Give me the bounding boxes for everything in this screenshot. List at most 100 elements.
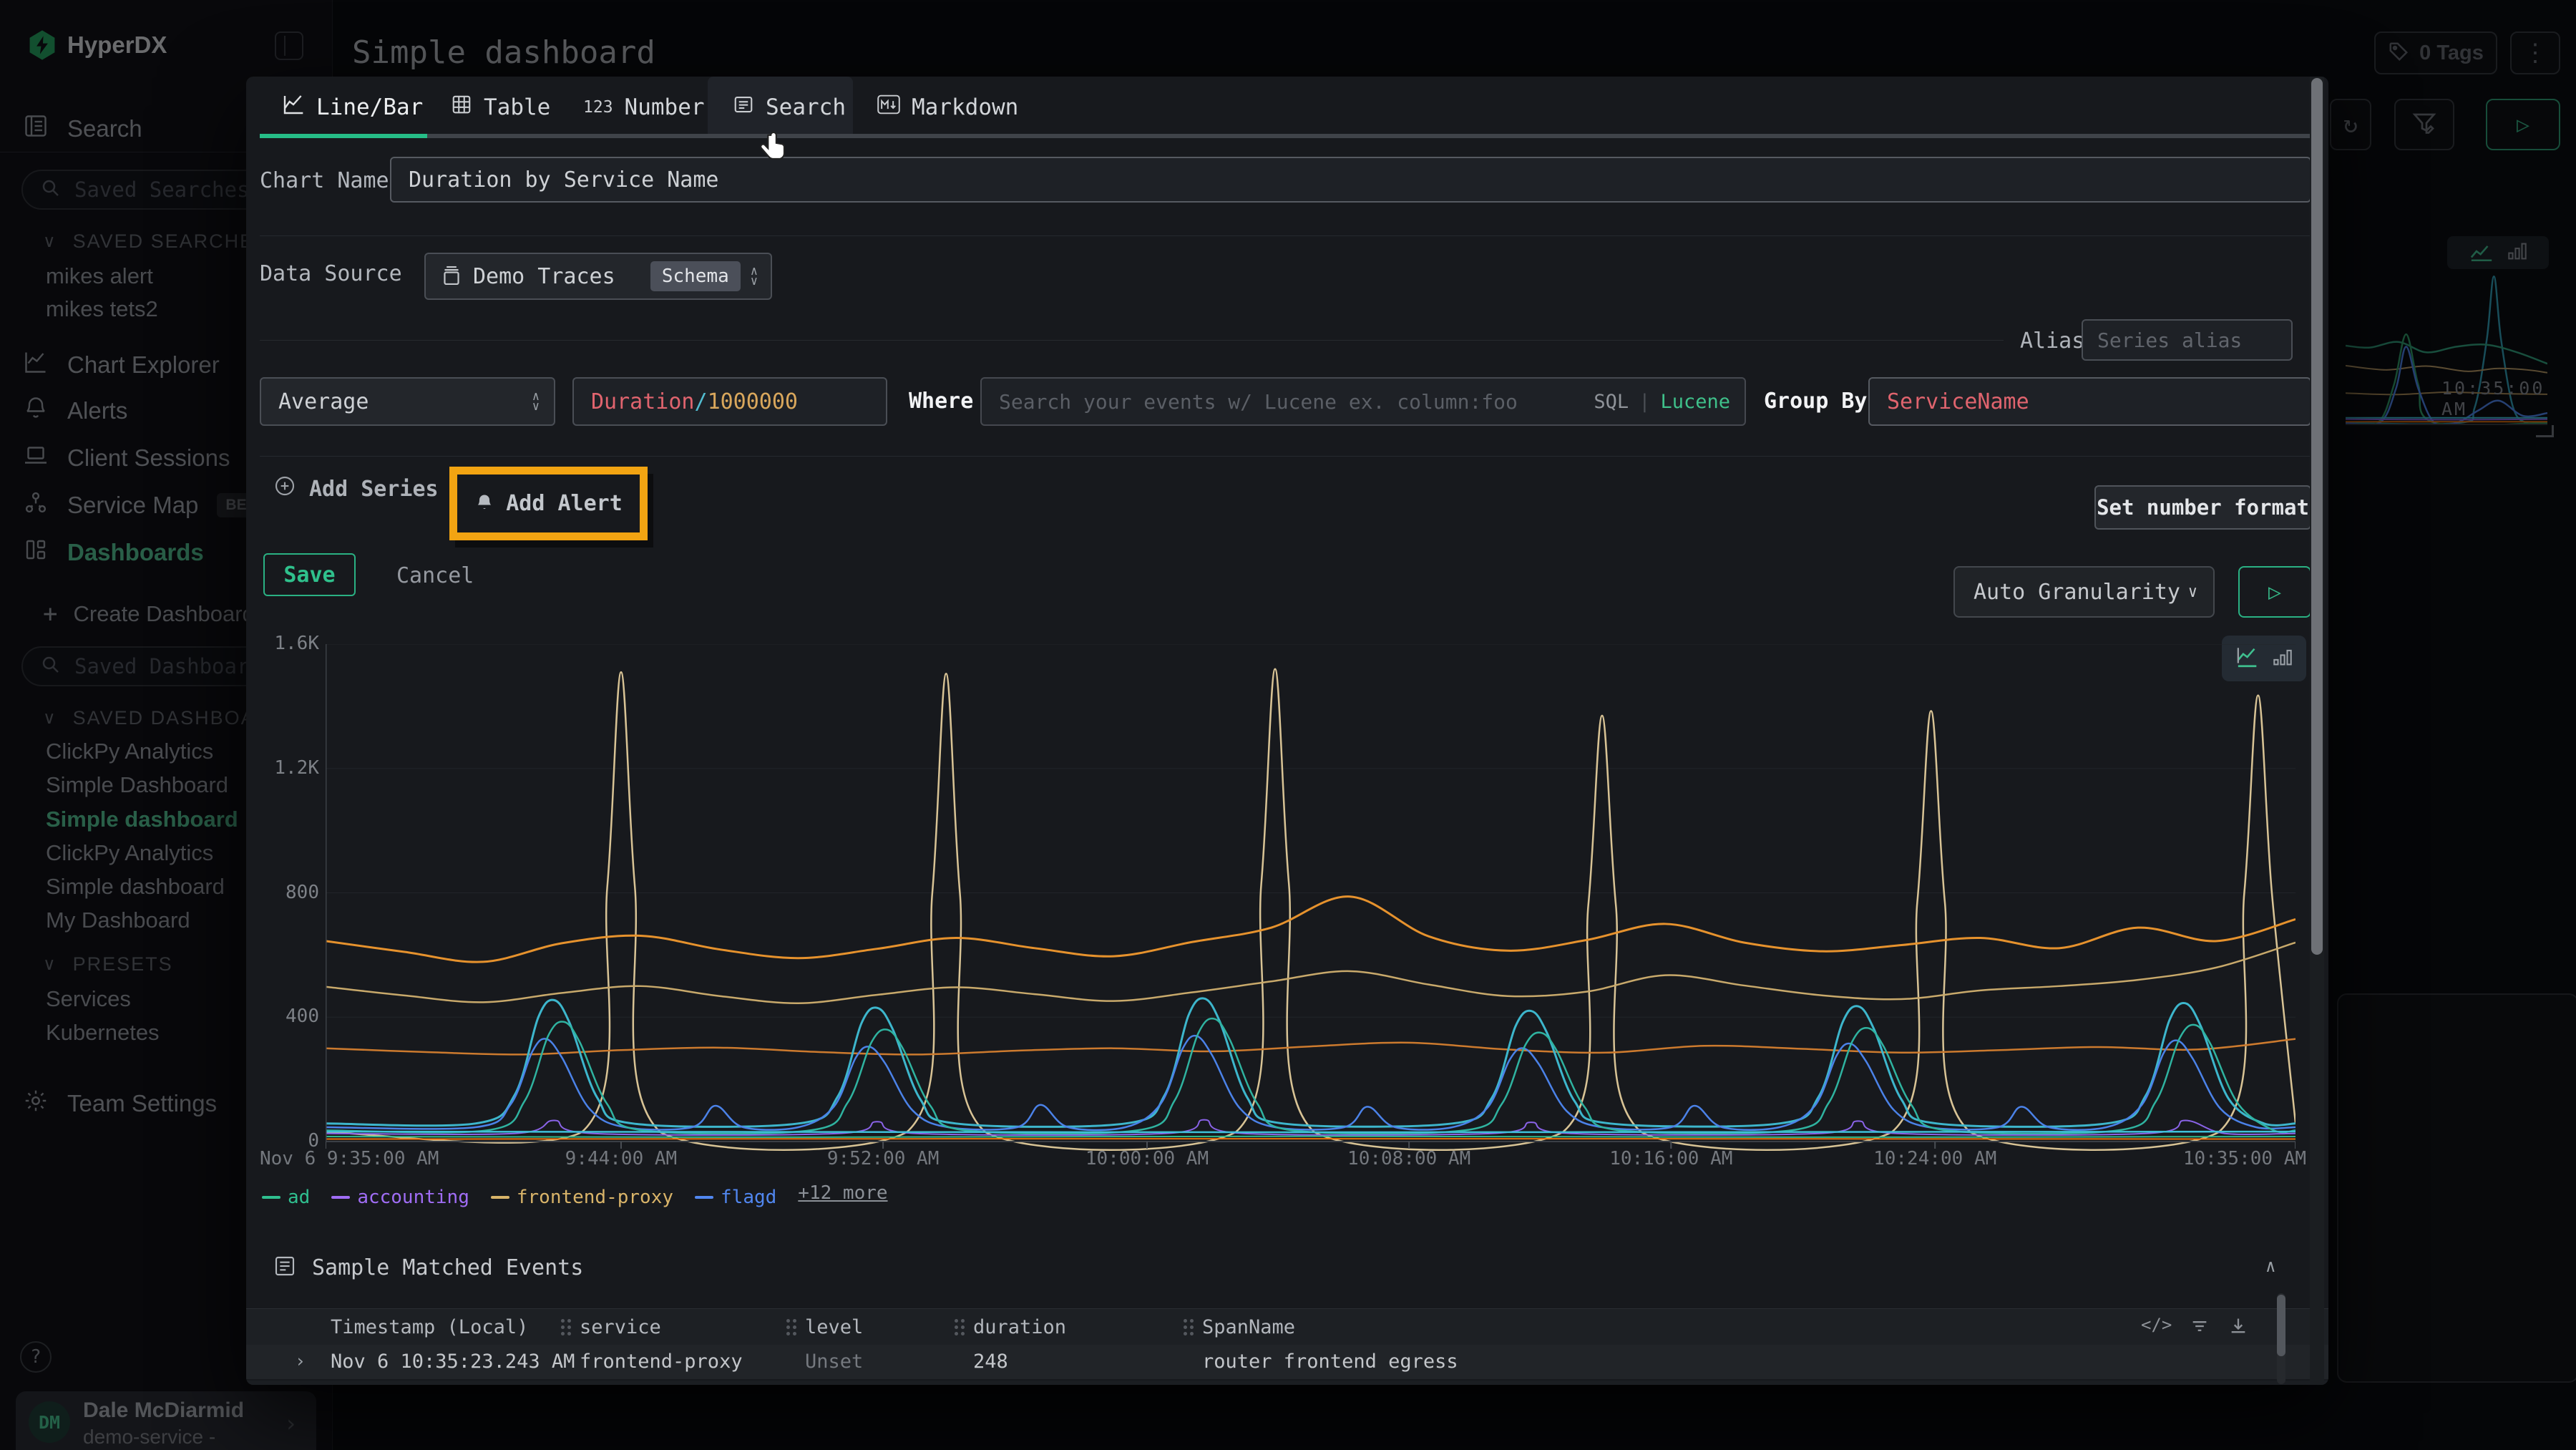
group-by-input[interactable]: ServiceName [1868, 377, 2311, 426]
tab-number[interactable]: 123 Number [583, 77, 705, 138]
event-duration: 248 [973, 1351, 1008, 1373]
add-alert-label: Add Alert [506, 491, 623, 516]
legend-label: accounting [357, 1187, 469, 1208]
divider [260, 340, 2004, 341]
where-input[interactable]: Search your events w/ Lucene ex. column:… [980, 377, 1746, 426]
chevron-down-icon: ∨ [2188, 583, 2197, 601]
event-row[interactable]: › Nov 6 10:35:23.243 AM frontend-proxy U… [246, 1381, 2328, 1385]
legend-item[interactable]: frontend-proxy [491, 1187, 673, 1208]
play-icon: ▷ [2268, 580, 2281, 605]
line-chart-icon [282, 94, 305, 121]
circle-plus-icon [273, 475, 296, 503]
modal-scrollbar-track[interactable] [2310, 77, 2324, 1385]
cancel-button[interactable]: Cancel [396, 563, 474, 588]
expand-chevron-icon[interactable]: › [295, 1351, 306, 1371]
x-tick-label: 10:35:00 AM [2183, 1148, 2306, 1169]
app-root: HyperDX Search Saved Searches ∨ SAVED SE… [0, 0, 2576, 1450]
x-tick-label: 10:00:00 AM [1085, 1148, 1209, 1169]
drag-handle-icon[interactable] [561, 1319, 565, 1323]
set-number-format-button[interactable]: Set number format [2094, 485, 2311, 530]
formula-field: Duration [591, 389, 695, 414]
mouse-cursor [757, 130, 790, 169]
alias-input[interactable]: Series alias [2082, 319, 2293, 361]
table-scrollbar-thumb[interactable] [2277, 1295, 2285, 1356]
group-by-label: Group By [1764, 389, 1868, 414]
drag-handle-icon[interactable] [786, 1319, 790, 1323]
y-axis-labels: 04008001.2K1.6K [260, 644, 319, 1142]
x-tick-label: 9:52:00 AM [827, 1148, 940, 1169]
add-series-button[interactable]: Add Series [273, 475, 439, 503]
col-level[interactable]: level [805, 1316, 863, 1338]
filter-lines-icon[interactable] [2190, 1316, 2210, 1339]
code-icon[interactable]: </> [2141, 1315, 2172, 1335]
series-orange-mid [326, 1039, 2296, 1055]
lucene-mode[interactable]: Lucene [1660, 391, 1730, 413]
sample-events-header[interactable]: Sample Matched Events [273, 1255, 583, 1280]
select-carets-icon: ∧∨ [751, 266, 758, 286]
download-icon[interactable] [2228, 1316, 2248, 1339]
modal-scrollbar-thumb[interactable] [2311, 78, 2323, 955]
tab-underline-active [260, 134, 427, 138]
main-chart[interactable] [326, 644, 2296, 1152]
alias-placeholder: Series alias [2083, 329, 2242, 352]
formula-operator: / [695, 389, 708, 414]
formula-input[interactable]: Duration/1000000 [572, 377, 887, 426]
query-language-toggle[interactable]: SQL | Lucene [1594, 391, 1730, 413]
legend-swatch [331, 1196, 350, 1199]
aggregation-select[interactable]: Average ∧∨ [260, 377, 555, 426]
legend-label: frontend-proxy [517, 1187, 673, 1208]
drag-handle-icon[interactable] [955, 1319, 958, 1323]
legend-more-link[interactable]: +12 more [798, 1182, 887, 1204]
table-scrollbar-track[interactable] [2277, 1293, 2285, 1384]
tab-line-bar[interactable]: Line/Bar [282, 77, 423, 138]
legend-swatch [491, 1196, 509, 1199]
series-teal-bumps [326, 1018, 2296, 1134]
list-icon [733, 94, 754, 121]
legend-swatch [695, 1196, 713, 1199]
col-spanname[interactable]: SpanName [1202, 1316, 1295, 1338]
legend-label: flagd [721, 1187, 776, 1208]
divider [260, 235, 2311, 236]
col-timestamp[interactable]: Timestamp (Local) [331, 1316, 528, 1338]
add-alert-button-highlighted[interactable]: Add Alert [449, 467, 648, 540]
series-khaki [326, 943, 2296, 1003]
x-tick-label: 10:24:00 AM [1873, 1148, 1996, 1169]
col-duration[interactable]: duration [973, 1316, 1066, 1338]
granularity-select[interactable]: Auto Granularity ∨ [1953, 566, 2215, 618]
legend-item[interactable]: ad [262, 1187, 310, 1208]
event-level: Unset [805, 1351, 863, 1373]
data-source-label: Data Source [260, 261, 402, 286]
y-tick-label: 800 [286, 882, 319, 903]
tab-markdown[interactable]: Markdown [877, 77, 1018, 138]
event-service: frontend-proxy [580, 1351, 743, 1373]
tab-table[interactable]: Table [451, 77, 550, 138]
chart-name-input[interactable]: Duration by Service Name [390, 157, 2311, 203]
y-tick-label: 1.6K [274, 633, 319, 654]
chart-name-label: Chart Name [260, 168, 389, 193]
y-tick-label: 400 [286, 1006, 319, 1027]
tab-search[interactable]: Search [733, 77, 846, 138]
sql-mode[interactable]: SQL [1594, 391, 1629, 413]
alias-label: Alias [2020, 329, 2084, 354]
chart-editor-modal: Line/Bar Table 123 Number Search Markdow… [246, 77, 2328, 1385]
events-table-header-row: Timestamp (Local) service level duration… [246, 1308, 2328, 1346]
collapse-chevron-icon[interactable]: ∧ [2265, 1256, 2275, 1276]
run-query-button[interactable]: ▷ [2238, 566, 2311, 618]
data-source-select[interactable]: Demo Traces Schema ∧∨ [424, 253, 772, 300]
x-tick-label: Nov 6 9:35:00 AM [260, 1148, 439, 1169]
x-axis-labels: Nov 6 9:35:00 AM9:44:00 AM9:52:00 AM10:0… [326, 1148, 2296, 1172]
list-icon [273, 1255, 296, 1280]
drag-handle-icon[interactable] [1184, 1319, 1187, 1323]
sample-events-title: Sample Matched Events [312, 1255, 583, 1280]
legend-item[interactable]: flagd [695, 1187, 776, 1208]
legend-label: ad [288, 1187, 310, 1208]
x-tick-label: 9:44:00 AM [565, 1148, 678, 1169]
legend-item[interactable]: accounting [331, 1187, 469, 1208]
event-row[interactable]: › Nov 6 10:35:23.243 AM frontend-proxy U… [246, 1345, 2328, 1379]
x-tick-label: 10:08:00 AM [1347, 1148, 1470, 1169]
save-button[interactable]: Save [263, 553, 356, 596]
select-carets-icon: ∧∨ [532, 391, 540, 412]
where-placeholder: Search your events w/ Lucene ex. column:… [999, 390, 1518, 414]
col-service[interactable]: service [580, 1316, 661, 1338]
number-123-icon: 123 [583, 98, 613, 117]
